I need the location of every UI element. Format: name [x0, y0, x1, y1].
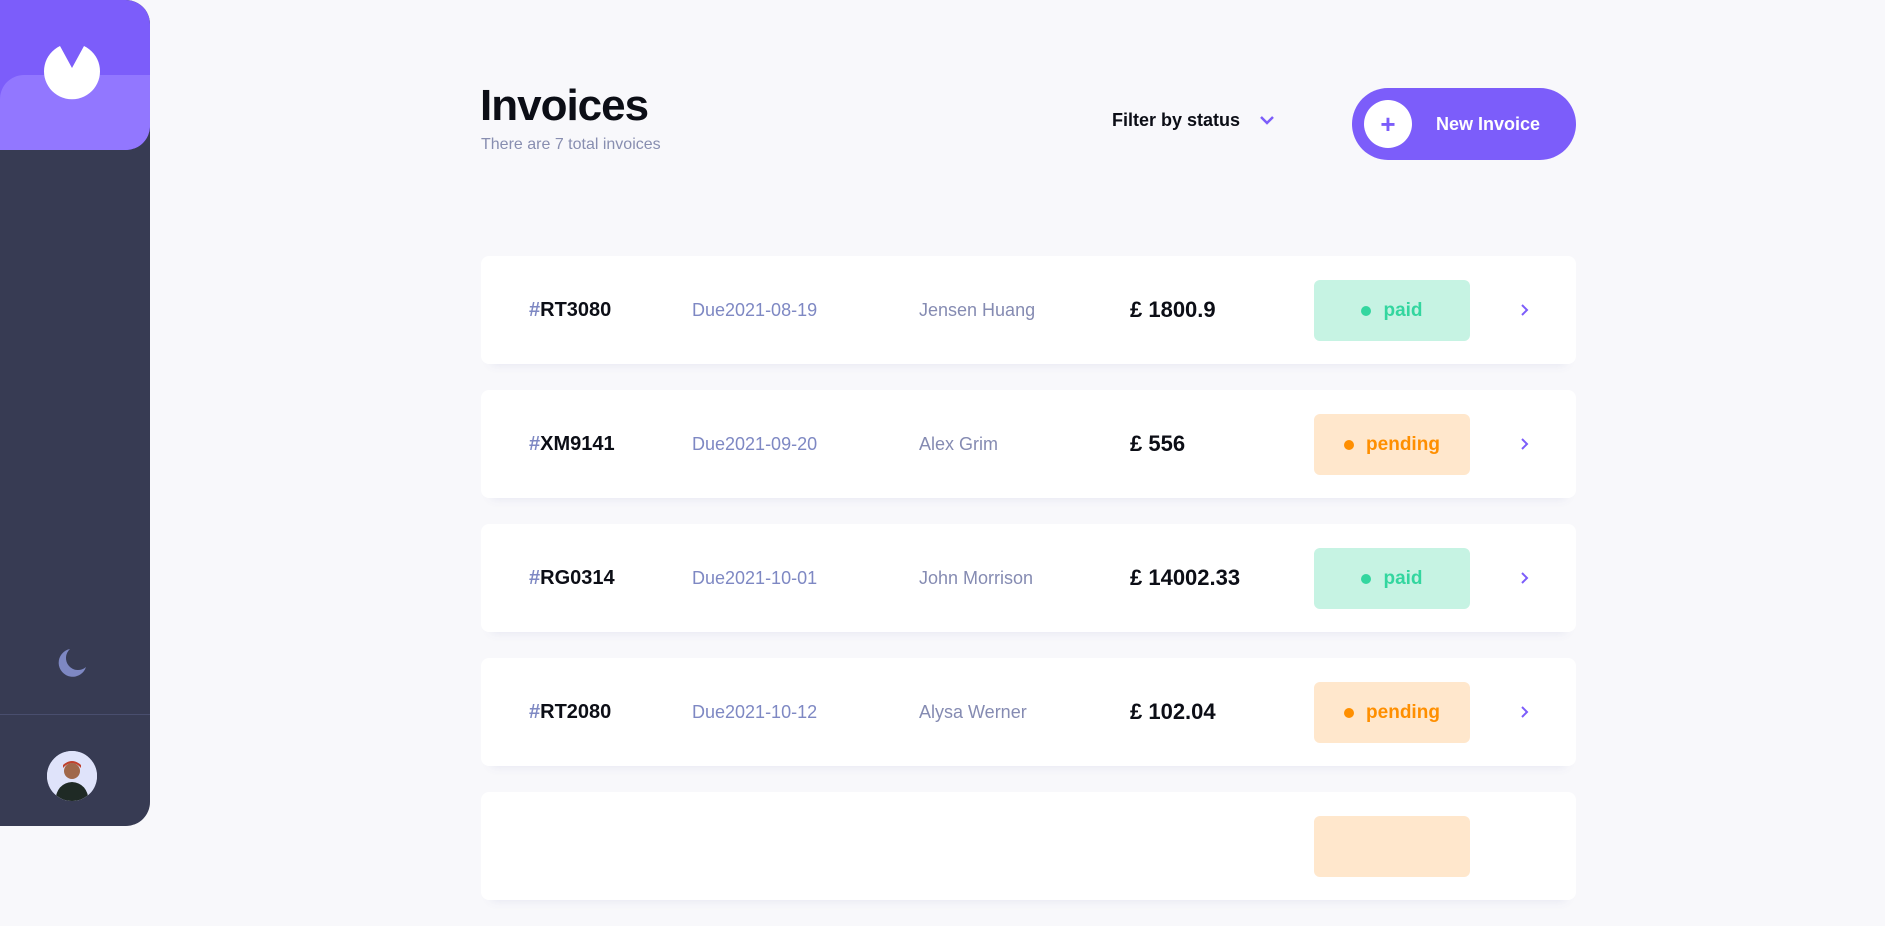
invoice-id: # RT3080	[529, 298, 612, 321]
new-invoice-label: New Invoice	[1436, 113, 1541, 134]
invoice-amount: £ 1800.9	[1130, 297, 1216, 322]
logo[interactable]	[0, 0, 150, 150]
invoice-row[interactable]	[481, 792, 1576, 900]
invoice-row[interactable]: # RT3080 Due2021-08-19 Jensen Huang £ 180…	[481, 256, 1576, 364]
invoice-id: # XM9141	[529, 432, 615, 455]
chevron-down-icon	[1260, 115, 1274, 125]
status-badge: paid	[1314, 280, 1470, 341]
chevron-right-icon[interactable]	[1521, 256, 1535, 364]
avatar-image	[47, 751, 97, 801]
moon-icon[interactable]	[52, 645, 92, 681]
invoice-amount: £ 102.04	[1130, 699, 1216, 724]
invoice-row[interactable]: # RG0314 Due2021-10-01 John Morrison £ 14…	[481, 524, 1576, 632]
filter-dropdown[interactable]: Filter by status	[1112, 110, 1274, 131]
status-badge	[1314, 816, 1470, 877]
invoice-due-date: Due2021-08-19	[692, 299, 818, 320]
status-dot	[1344, 439, 1355, 450]
invoice-count: There are 7 total invoices	[481, 136, 661, 153]
invoice-id: # RT2080	[529, 700, 612, 723]
status-dot	[1361, 305, 1372, 316]
plus-icon: +	[1364, 100, 1412, 148]
new-invoice-button[interactable]: + New Invoice	[1352, 88, 1576, 160]
user-avatar[interactable]	[47, 751, 97, 801]
chevron-right-icon[interactable]	[1521, 524, 1535, 632]
invoice-client: Jensen Huang	[919, 299, 1036, 320]
invoice-client: John Morrison	[919, 567, 1034, 588]
invoice-id: # RG0314	[529, 566, 615, 589]
invoice-row[interactable]: # RT2080 Due2021-10-12 Alysa Werner £ 102…	[481, 658, 1576, 766]
invoice-due-date: Due2021-10-01	[692, 567, 818, 588]
invoice-client: Alysa Werner	[919, 701, 1027, 722]
sidebar-divider	[0, 714, 150, 715]
invoice-amount: £ 14002.33	[1130, 565, 1241, 590]
status-dot	[1361, 573, 1372, 584]
invoice-due-date: Due2021-10-12	[692, 701, 818, 722]
invoice-due-date: Due2021-09-20	[692, 433, 818, 454]
status-badge: pending	[1314, 414, 1470, 475]
invoice-amount: £ 556	[1130, 431, 1186, 456]
page-title: Invoices	[480, 81, 649, 130]
status-badge: pending	[1314, 682, 1470, 743]
invoice-row[interactable]: # XM9141 Due2021-09-20 Alex Grim £ 556 pe…	[481, 390, 1576, 498]
filter-label: Filter by status	[1112, 110, 1241, 130]
logo-icon	[44, 46, 100, 100]
chevron-right-icon[interactable]	[1521, 390, 1535, 498]
status-dot	[1344, 707, 1355, 718]
sidebar	[0, 0, 150, 826]
invoice-client: Alex Grim	[919, 433, 999, 454]
status-badge: paid	[1314, 548, 1470, 609]
chevron-right-icon[interactable]	[1521, 658, 1535, 766]
